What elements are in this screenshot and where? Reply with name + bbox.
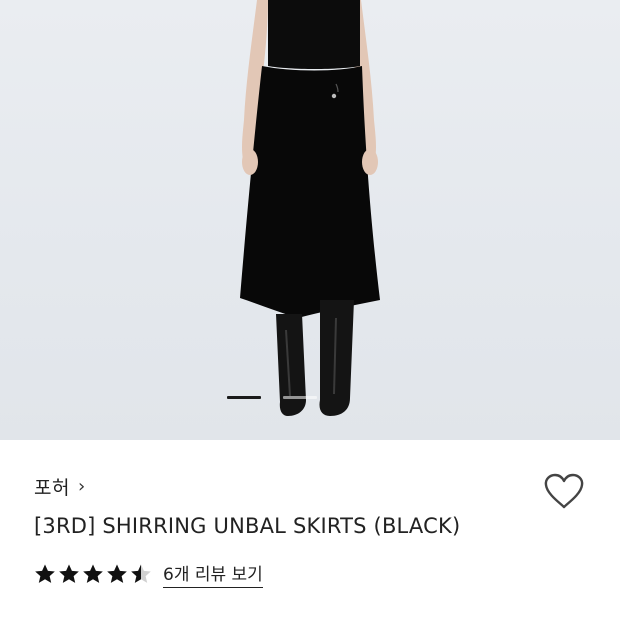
star-icon <box>35 564 55 583</box>
carousel-indicator <box>0 396 620 400</box>
product-image-carousel[interactable] <box>0 0 620 440</box>
carousel-dot[interactable] <box>283 396 317 399</box>
product-title: [3RD] SHIRRING UNBAL SKIRTS (BLACK) <box>34 514 461 538</box>
rating-row: 6개 리뷰 보기 <box>34 560 263 588</box>
product-info: 포허 › [3RD] SHIRRING UNBAL SKIRTS (BLACK)… <box>0 440 620 620</box>
star-icon <box>59 564 79 583</box>
star-icon <box>83 564 103 583</box>
chevron-right-icon: › <box>77 476 86 497</box>
product-photo <box>240 0 380 416</box>
star-rating <box>34 563 154 585</box>
wishlist-button[interactable] <box>542 472 586 512</box>
brand-name: 포허 <box>34 477 70 499</box>
carousel-dot-active[interactable] <box>227 396 261 399</box>
review-link[interactable]: 6개 리뷰 보기 <box>163 560 263 588</box>
star-icon <box>107 564 127 583</box>
brand-link[interactable]: 포허 › <box>34 473 86 500</box>
star-icon <box>131 564 151 583</box>
heart-outline-icon <box>544 473 584 509</box>
